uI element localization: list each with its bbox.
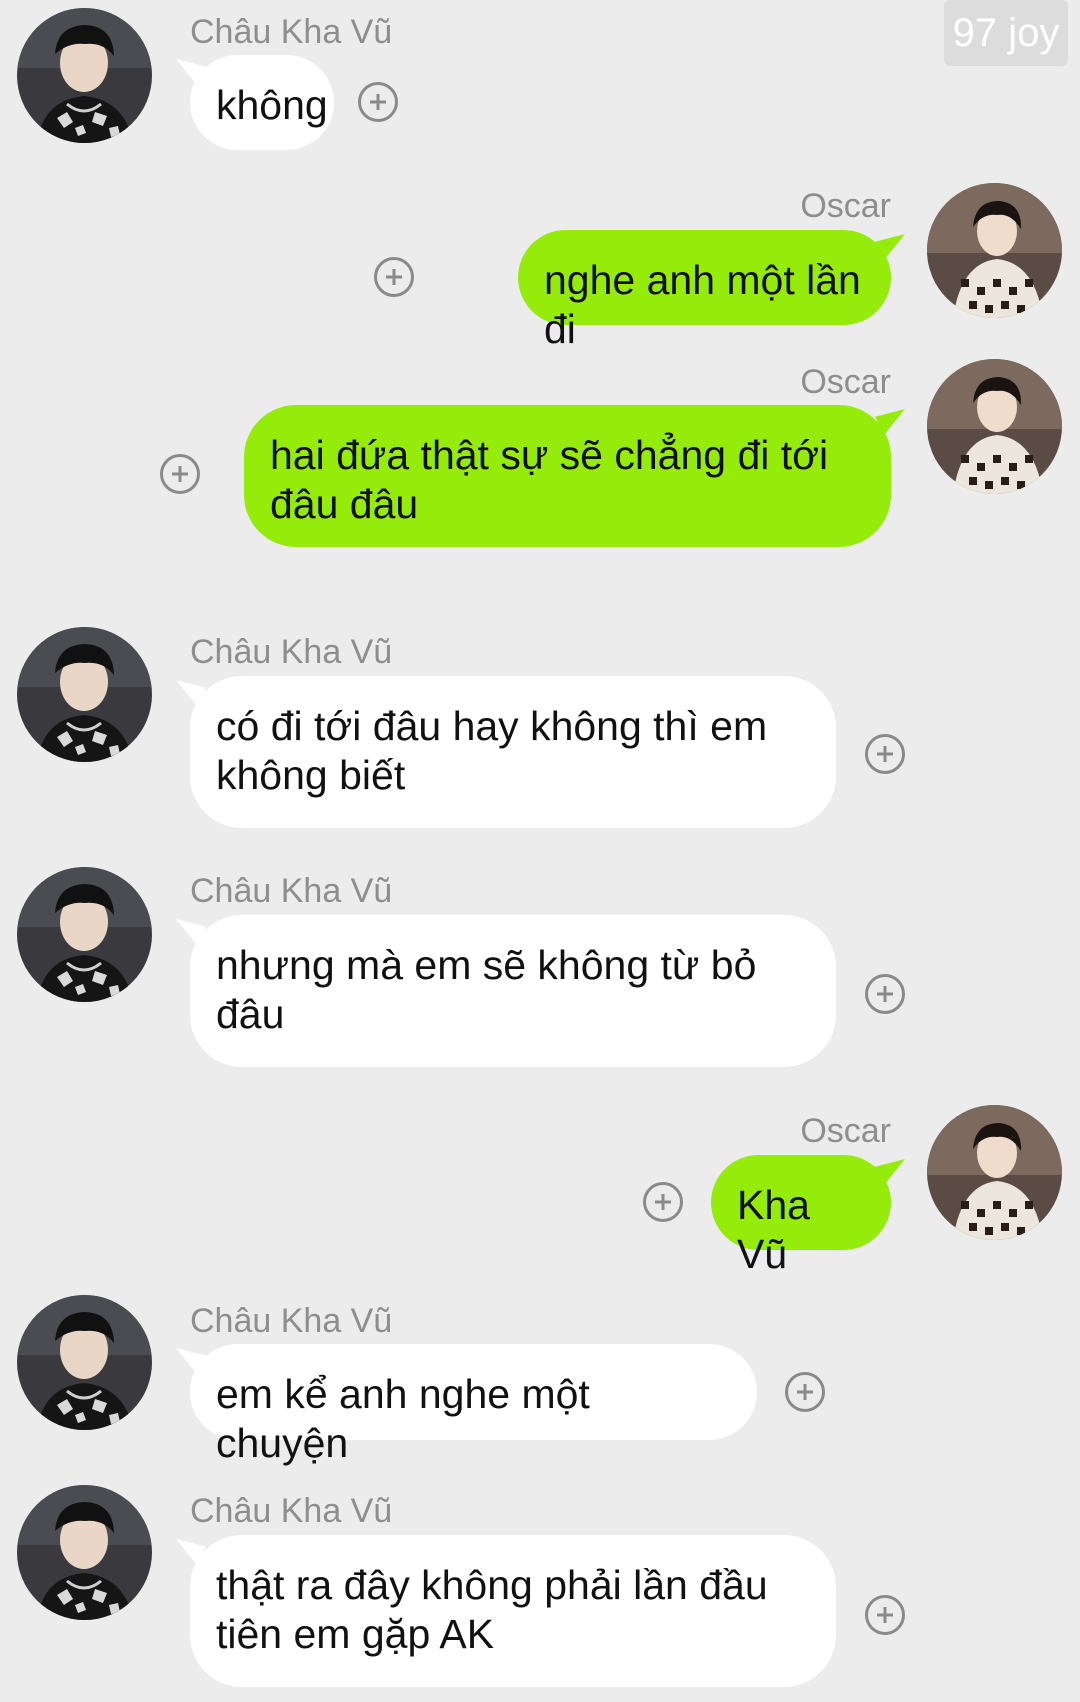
plus-circle-icon[interactable] [160,454,200,494]
plus-circle-icon[interactable] [374,257,414,297]
plus-circle-icon[interactable] [358,82,398,122]
sender-name: Châu Kha Vũ [190,633,393,671]
message-bubble[interactable]: em kể anh nghe một chuyện [190,1344,757,1466]
sender-name: Châu Kha Vũ [190,13,393,51]
plus-circle-icon[interactable] [785,1372,825,1412]
message-bubble[interactable]: Kha Vũ [711,1155,891,1277]
plus-circle-icon[interactable] [865,1595,905,1635]
sender-name: Châu Kha Vũ [190,1492,393,1530]
plus-circle-icon[interactable] [865,734,905,774]
chat-view: 97 joy Châu Kha Vũ không Oscar nghe anh … [0,0,1080,1702]
avatar[interactable] [927,359,1062,494]
sender-name: Oscar [800,187,891,225]
message-bubble[interactable]: hai đứa thật sự sẽ chẳng đi tới đâu đâu [244,405,891,547]
avatar[interactable] [17,1485,152,1620]
message-row: Oscar hai đứa thật sự sẽ chẳng đi tới đâ… [0,356,1080,596]
plus-circle-icon[interactable] [643,1182,683,1222]
avatar[interactable] [17,1295,152,1430]
avatar[interactable] [17,627,152,762]
avatar[interactable] [927,183,1062,318]
message-row: Châu Kha Vũ có đi tới đâu hay không thì … [0,620,1080,840]
avatar[interactable] [927,1105,1062,1240]
message-bubble[interactable]: thật ra đây không phải lần đầu tiên em g… [190,1535,836,1687]
sender-name: Oscar [800,1112,891,1150]
message-row: Châu Kha Vũ nhưng mà em sẽ không từ bỏ đ… [0,860,1080,1080]
message-bubble[interactable]: không [190,55,334,150]
plus-circle-icon[interactable] [865,974,905,1014]
message-row: Oscar nghe anh một lần đi [0,180,1080,352]
message-row: Châu Kha Vũ thật ra đây không phải lần đ… [0,1480,1080,1702]
sender-name: Oscar [800,363,891,401]
avatar[interactable] [17,8,152,143]
message-row: Oscar Kha Vũ [0,1100,1080,1277]
sender-name: Châu Kha Vũ [190,1302,393,1340]
message-row: Châu Kha Vũ không [0,0,1080,160]
message-row: Châu Kha Vũ em kể anh nghe một chuyện [0,1290,1080,1466]
avatar[interactable] [17,867,152,1002]
sender-name: Châu Kha Vũ [190,872,393,910]
message-bubble[interactable]: có đi tới đâu hay không thì em không biế… [190,676,836,828]
message-bubble[interactable]: nhưng mà em sẽ không từ bỏ đâu [190,915,836,1067]
message-bubble[interactable]: nghe anh một lần đi [518,230,891,352]
